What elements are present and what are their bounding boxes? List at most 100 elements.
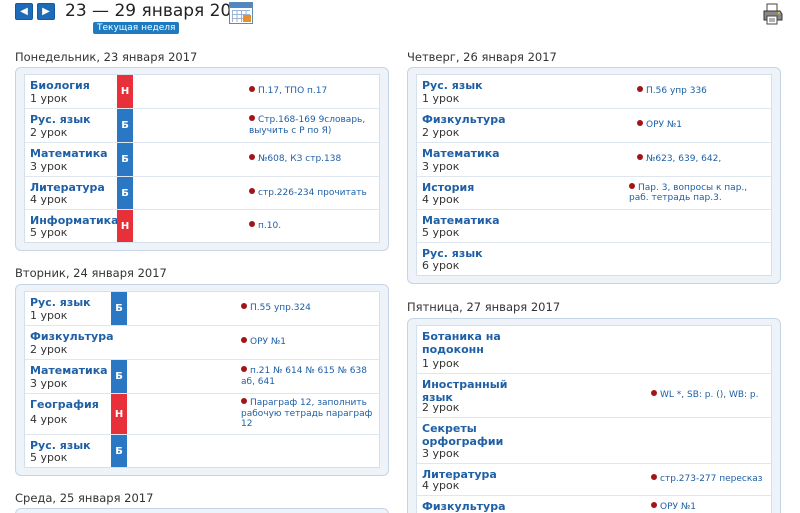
homework-dot-icon [249, 154, 255, 161]
mark-badge[interactable]: Б [117, 109, 133, 142]
lesson-row: Биология 1 урок Н П.17, ТПО п.17 [25, 75, 379, 109]
homework-text[interactable]: ОРУ №1 [637, 109, 769, 142]
homework-text[interactable]: №623, 639, 642, [637, 143, 769, 176]
homework-dot-icon [241, 337, 247, 344]
day-card-tuesday: Рус. язык 1 урок Б П.55 упр.324 Физкульт… [15, 284, 389, 476]
lesson-number: 1 урок [30, 92, 68, 105]
lesson-row: Рус. язык 1 урок П.56 упр 336 [417, 75, 771, 109]
homework-text[interactable]: Стр.168-169 9словарь, выучить с Р по Я) [249, 109, 377, 142]
homework-text[interactable]: П.55 упр.324 [241, 292, 377, 325]
mark-badge[interactable]: Б [117, 143, 133, 176]
homework-text[interactable]: стр.273-277 пересказ [651, 464, 773, 495]
homework-dot-icon [651, 390, 657, 397]
day-card-wednesday [15, 508, 389, 513]
homework-text[interactable]: П.17, ТПО п.17 [249, 75, 377, 108]
day-title-tuesday: Вторник, 24 января 2017 [15, 266, 167, 280]
week-navigation: ◀ ▶ 23 — 29 января 2017 Текущая неделя [15, 1, 785, 36]
current-week-button[interactable]: Текущая неделя [93, 22, 180, 34]
lesson-subject[interactable]: География [30, 398, 99, 411]
homework-text[interactable]: стр.226-234 прочитать [249, 177, 377, 209]
lesson-subject[interactable]: Рус. язык [422, 79, 483, 92]
next-week-button[interactable]: ▶ [37, 3, 55, 20]
week-range-title: 23 — 29 января 2017 [65, 1, 253, 21]
lesson-subject[interactable]: Математика [30, 364, 108, 377]
homework-text[interactable]: ОРУ №1 [241, 326, 377, 359]
day-card-monday: Биология 1 урок Н П.17, ТПО п.17 Рус. яз… [15, 67, 389, 251]
homework-dot-icon [629, 182, 635, 189]
mark-badge[interactable]: Н [117, 210, 133, 242]
lessons-list: Рус. язык 1 урок Б П.55 упр.324 Физкульт… [24, 291, 380, 468]
homework-dot-icon [241, 366, 247, 372]
lesson-number: 2 урок [422, 401, 460, 414]
lesson-row: Иностранный язык 2 урок WL *, SB: p. (),… [417, 374, 771, 418]
lesson-subject[interactable]: Математика [30, 147, 108, 160]
homework-dot-icon [249, 86, 255, 93]
lesson-row: Рус. язык 2 урок Б Стр.168-169 9словарь,… [25, 109, 379, 143]
homework-dot-icon [637, 154, 643, 161]
lesson-number: 4 урок [30, 413, 68, 426]
lesson-number: 3 урок [422, 160, 460, 173]
lesson-subject[interactable]: Физкультура [422, 113, 506, 126]
day-title-thursday: Четверг, 26 января 2017 [407, 50, 557, 64]
lesson-number: 1 урок [422, 357, 460, 370]
calendar-icon[interactable] [229, 2, 253, 24]
homework-text[interactable]: Пар. 3, вопросы к пар., раб. тетрадь пар… [629, 177, 769, 209]
lesson-row: Физкультура ОРУ №1 [417, 496, 771, 513]
lesson-row: Физкультура 2 урок ОРУ №1 [417, 109, 771, 143]
homework-dot-icon [651, 474, 657, 481]
lesson-subject[interactable]: Секреты орфографии [422, 422, 512, 448]
homework-text[interactable]: п.10. [249, 210, 377, 242]
lesson-number: 2 урок [422, 126, 460, 139]
homework-dot-icon [651, 502, 657, 508]
homework-text[interactable]: ОРУ №1 [651, 502, 773, 513]
homework-text[interactable]: п.21 № 614 № 615 № 638 аб, 641 [241, 360, 377, 393]
homework-dot-icon [637, 86, 643, 93]
lesson-subject[interactable]: Рус. язык [30, 296, 91, 309]
lesson-number: 5 урок [422, 226, 460, 239]
lesson-row: Литература 4 урок Б стр.226-234 прочитат… [25, 177, 379, 210]
lesson-row: Информатика 5 урок Н п.10. [25, 210, 379, 242]
mark-badge[interactable]: Б [117, 177, 133, 209]
lesson-number: 5 урок [30, 226, 68, 239]
mark-badge[interactable]: Н [117, 75, 133, 108]
lesson-number: 4 урок [30, 193, 68, 206]
lesson-row: Математика 3 урок Б п.21 № 614 № 615 № 6… [25, 360, 379, 394]
lesson-row: Секреты орфографии 3 урок [417, 418, 771, 464]
lesson-subject[interactable]: Ботаника на подоконн [422, 330, 512, 356]
lesson-row: Рус. язык 1 урок Б П.55 упр.324 [25, 292, 379, 326]
lesson-subject[interactable]: Физкультура [30, 330, 114, 343]
homework-dot-icon [637, 120, 643, 127]
lesson-row: Математика 5 урок [417, 210, 771, 243]
homework-text[interactable]: Параграф 12, заполнить рабочую тетрадь п… [241, 394, 377, 434]
day-card-friday: Ботаника на подоконн 1 урок Иностранный … [407, 318, 781, 513]
lesson-number: 3 урок [30, 377, 68, 390]
lesson-number: 3 урок [30, 160, 68, 173]
homework-dot-icon [249, 115, 255, 121]
lesson-number: 5 урок [30, 451, 68, 464]
homework-dot-icon [241, 398, 247, 405]
lesson-subject[interactable]: Рус. язык [30, 113, 91, 126]
lesson-subject[interactable]: Биология [30, 79, 90, 92]
day-card-thursday: Рус. язык 1 урок П.56 упр 336 Физкультур… [407, 67, 781, 284]
homework-text[interactable]: П.56 упр 336 [637, 75, 769, 108]
lesson-number: 3 урок [422, 447, 460, 460]
homework-text[interactable]: WL *, SB: p. (), WB: p. [651, 374, 773, 417]
homework-dot-icon [249, 220, 255, 227]
homework-dot-icon [249, 187, 255, 194]
homework-text[interactable]: №608, КЗ стр.138 [249, 143, 377, 176]
prev-week-button[interactable]: ◀ [15, 3, 33, 20]
mark-badge[interactable]: Б [111, 360, 127, 393]
printer-icon[interactable] [761, 2, 785, 26]
lesson-row: Рус. язык 5 урок Б [25, 435, 379, 467]
lesson-subject[interactable]: Математика [422, 147, 500, 160]
lessons-list: Ботаника на подоконн 1 урок Иностранный … [416, 325, 772, 513]
mark-badge[interactable]: Н [111, 394, 127, 434]
mark-badge[interactable]: Б [111, 292, 127, 325]
lesson-number: 1 урок [422, 92, 460, 105]
lesson-subject[interactable]: Физкультура [422, 500, 506, 513]
day-title-friday: Пятница, 27 января 2017 [407, 300, 561, 314]
lesson-row: Литература 4 урок стр.273-277 пересказ [417, 464, 771, 496]
lesson-number: 4 урок [422, 193, 460, 206]
lesson-row: Ботаника на подоконн 1 урок [417, 326, 771, 374]
mark-badge[interactable]: Б [111, 435, 127, 467]
